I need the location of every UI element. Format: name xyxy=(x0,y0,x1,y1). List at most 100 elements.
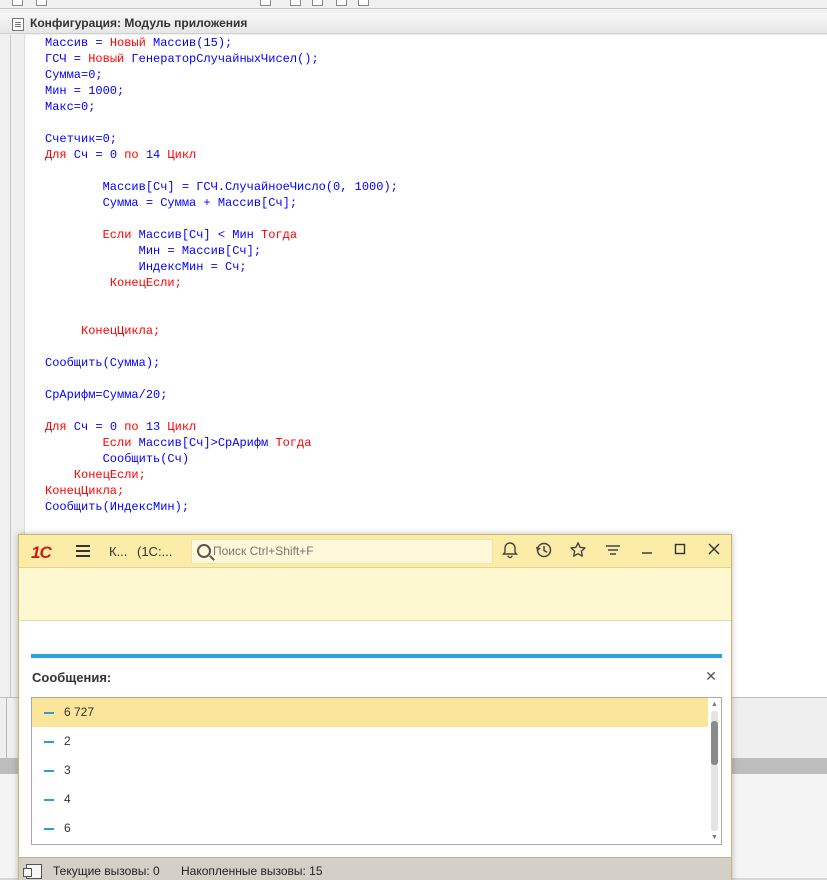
code-token: Сумма = Сумма + Массив[Сч]; xyxy=(45,196,298,210)
toolbar-button[interactable] xyxy=(312,0,323,6)
code-line[interactable]: ИндексМин = Сч; xyxy=(45,259,398,275)
toolbar-button[interactable] xyxy=(36,0,47,6)
scroll-thumb[interactable] xyxy=(711,721,718,765)
scrollbar[interactable]: ▲ ▼ xyxy=(708,698,721,844)
windows-icon[interactable] xyxy=(23,864,42,879)
code-token: Массив = xyxy=(45,36,110,50)
code-keyword: Тогда xyxy=(261,228,298,242)
code-keyword: КонецЕсли; xyxy=(73,468,146,482)
code-line[interactable]: ГСЧ = Новый ГенераторСлучайныхЧисел(); xyxy=(45,51,398,67)
accumulated-calls: Накопленные вызовы: 15 xyxy=(181,864,323,878)
message-text: 3 xyxy=(64,763,71,777)
code-token: СрАрифм=Сумма/20; xyxy=(45,388,168,402)
close-icon[interactable] xyxy=(704,541,724,561)
code-line[interactable]: Сумма=0; xyxy=(45,67,398,83)
code-line[interactable] xyxy=(45,115,398,131)
message-item[interactable]: 6 727 xyxy=(32,698,708,727)
message-text: 6 727 xyxy=(64,705,95,719)
1c-logo[interactable]: 1С xyxy=(31,543,52,563)
app-title: (1С:... xyxy=(137,544,173,559)
module-window-title: Конфигурация: Модуль приложения xyxy=(30,16,248,30)
code-line[interactable]: Для Сч = 0 по 14 Цикл xyxy=(45,147,398,163)
message-dash-icon xyxy=(44,712,54,714)
toolbar-button[interactable] xyxy=(290,0,301,6)
code-line[interactable] xyxy=(45,291,398,307)
message-item[interactable]: 6 xyxy=(32,814,708,843)
code-keyword: КонецЦикла; xyxy=(45,484,125,498)
code-line[interactable] xyxy=(45,163,398,179)
client-header: 1С К... (1С:... xyxy=(19,535,731,568)
code-token: Сообщить(Сч) xyxy=(45,452,190,466)
history-icon[interactable] xyxy=(534,541,554,561)
messages-accent-bar xyxy=(31,654,722,658)
message-item[interactable]: 2 xyxy=(32,727,708,756)
code-keyword: Цикл xyxy=(167,420,197,434)
message-text: 6 xyxy=(64,821,71,835)
code-line[interactable]: Сообщить(Сч) xyxy=(45,451,398,467)
message-item[interactable]: 3 xyxy=(32,756,708,785)
message-dash-icon xyxy=(44,799,54,801)
scroll-down-icon[interactable]: ▼ xyxy=(710,833,719,842)
code-line[interactable]: Массив[Сч] = ГСЧ.СлучайноеЧисло(0, 1000)… xyxy=(45,179,398,195)
code-line[interactable]: Счетчик=0; xyxy=(45,131,398,147)
settings-menu-icon[interactable] xyxy=(603,541,623,561)
toolbar-button[interactable] xyxy=(260,0,271,6)
code-token: Мин = 1000; xyxy=(45,84,125,98)
toolbar-button[interactable] xyxy=(336,0,347,6)
code-line[interactable]: Для Сч = 0 по 13 Цикл xyxy=(45,419,398,435)
code-line[interactable]: Макс=0; xyxy=(45,99,398,115)
minimize-icon[interactable] xyxy=(637,541,657,561)
search-box[interactable] xyxy=(191,539,493,564)
code-token: Сообщить(Сумма); xyxy=(45,356,161,370)
code-line[interactable]: КонецЕсли; xyxy=(45,275,398,291)
code-line[interactable]: СрАрифм=Сумма/20; xyxy=(45,387,398,403)
maximize-icon[interactable] xyxy=(670,541,690,561)
scroll-up-icon[interactable]: ▲ xyxy=(710,700,719,709)
code-token: Сумма=0; xyxy=(45,68,103,82)
code-line[interactable]: КонецЦикла; xyxy=(45,323,398,339)
code-line[interactable]: Мин = 1000; xyxy=(45,83,398,99)
code-token: Мин = Массив[Сч]; xyxy=(45,244,262,258)
status-bar: Текущие вызовы: 0 Накопленные вызовы: 15 xyxy=(19,857,731,880)
code-text[interactable]: Массив = Новый Массив(15); ГСЧ = Новый Ге… xyxy=(45,35,398,515)
code-token: Сообщить(ИндексМин); xyxy=(45,500,190,514)
code-line[interactable]: Мин = Массив[Сч]; xyxy=(45,243,398,259)
code-line[interactable]: Массив = Новый Массив(15); xyxy=(45,35,398,51)
close-messages-icon[interactable]: ✕ xyxy=(703,668,719,684)
code-line[interactable]: Сумма = Сумма + Массив[Сч]; xyxy=(45,195,398,211)
section-panel xyxy=(19,568,731,621)
code-line[interactable] xyxy=(45,211,398,227)
code-token: Массив[Сч] < Мин xyxy=(131,228,262,242)
code-line[interactable] xyxy=(45,371,398,387)
code-line[interactable]: Если Массив[Сч] < Мин Тогда xyxy=(45,227,398,243)
code-line[interactable]: Если Массив[Сч]>СрАрифм Тогда xyxy=(45,435,398,451)
messages-list[interactable]: 6 4 3 2 6 727 ▲ ▼ xyxy=(31,697,722,845)
code-keyword: КонецЦикла; xyxy=(81,324,161,338)
message-dash-icon xyxy=(44,828,54,830)
hamburger-menu-icon[interactable] xyxy=(76,545,90,557)
module-window-titlebar[interactable]: Конфигурация: Модуль приложения xyxy=(0,13,827,34)
toolbar-button[interactable] xyxy=(12,0,23,6)
star-icon[interactable] xyxy=(568,541,588,561)
message-text: 4 xyxy=(64,792,71,806)
code-line[interactable]: КонецЦикла; xyxy=(45,483,398,499)
code-line[interactable] xyxy=(45,339,398,355)
code-line[interactable]: КонецЕсли; xyxy=(45,467,398,483)
search-icon xyxy=(197,544,211,558)
bell-icon[interactable] xyxy=(500,541,520,561)
code-line[interactable] xyxy=(45,307,398,323)
code-token: ГСЧ = xyxy=(45,52,89,66)
code-line[interactable]: Сообщить(Сумма); xyxy=(45,355,398,371)
code-line[interactable] xyxy=(45,403,398,419)
code-keyword: Тогда xyxy=(275,436,312,450)
search-input[interactable] xyxy=(213,542,483,559)
message-item[interactable]: 4 xyxy=(32,785,708,814)
code-line[interactable]: Сообщить(ИндексМин); xyxy=(45,499,398,515)
toolbar-button[interactable] xyxy=(358,0,369,6)
code-token: ИндексМин = Сч; xyxy=(45,260,247,274)
